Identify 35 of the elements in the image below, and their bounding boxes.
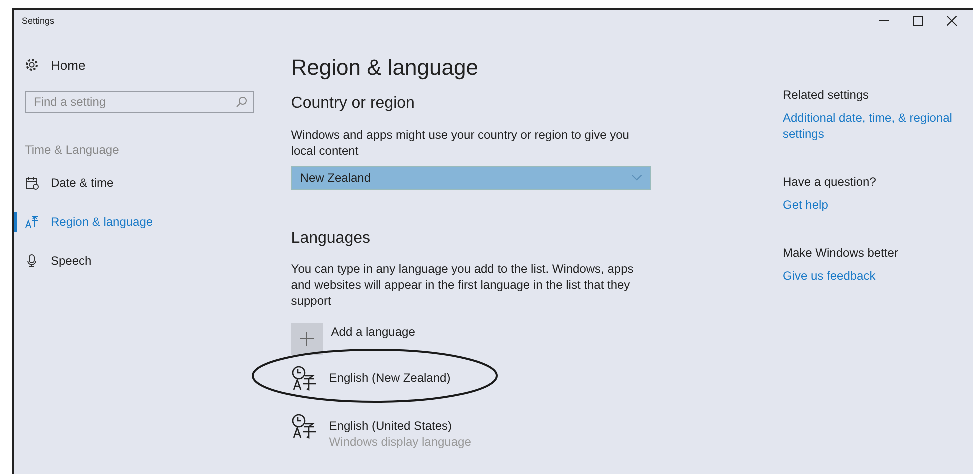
link[interactable]: Give us feedback	[783, 268, 973, 284]
language-icon	[291, 365, 318, 391]
microphone-icon	[25, 254, 39, 268]
side-heading: Have a question?	[783, 175, 878, 191]
nav-item[interactable]: Speech	[51, 254, 92, 268]
close-icon	[947, 16, 957, 26]
country-dropdown[interactable]: New Zealand	[291, 166, 652, 190]
chevron-icon	[632, 175, 642, 181]
maximize-icon	[913, 16, 923, 26]
add-button[interactable]	[291, 323, 324, 355]
calendar-icon	[25, 176, 39, 190]
section-heading: Time & Language	[25, 143, 120, 159]
side-heading: Make Windows better	[783, 246, 900, 262]
add-language-label: Add a language	[331, 325, 416, 341]
window-title: Settings	[22, 16, 56, 26]
nav-item[interactable]: Region & language	[51, 215, 154, 229]
nav-item[interactable]: Date & time	[51, 176, 114, 190]
section-heading: Languages	[291, 230, 372, 249]
language-name[interactable]: English (New Zealand)	[329, 370, 451, 386]
home-link[interactable]: Home	[51, 58, 86, 72]
link[interactable]: Additional date, time, & regional settings	[783, 110, 973, 142]
plus-icon	[300, 332, 314, 346]
language-icon	[291, 413, 318, 439]
description: You can type in any language you add to the list. Windows, apps and websites will appear in the first language in the list that they support	[291, 261, 635, 309]
description: Windows and apps might use your country or region to give you local content	[291, 127, 630, 159]
search-icon	[236, 96, 248, 108]
link[interactable]: Get help	[783, 197, 973, 213]
page-title: Region & language	[291, 55, 480, 82]
language-subtitle: Windows display language	[329, 434, 472, 450]
side-heading: Related settings	[783, 88, 870, 104]
language-name[interactable]: English (United States)	[329, 418, 472, 434]
section-heading: Country or region	[291, 95, 416, 114]
language-icon	[25, 215, 39, 229]
settings-icon	[25, 58, 39, 72]
search-field[interactable]: Find a setting	[25, 91, 254, 113]
